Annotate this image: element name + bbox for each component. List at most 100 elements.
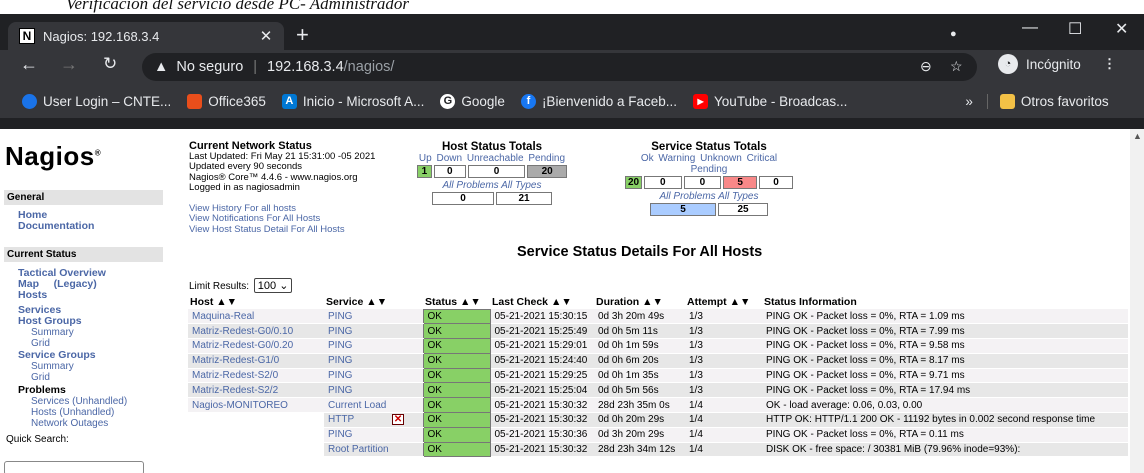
svc-warning-count[interactable]: 0 <box>644 176 682 189</box>
hdr-pending[interactable]: Pending <box>691 164 728 175</box>
nav-problems[interactable]: Problems <box>18 384 66 396</box>
last-check-cell-text: 05-21-2021 15:30:32 <box>494 444 588 456</box>
notifications-link[interactable]: View Notifications For All Hosts <box>189 213 375 225</box>
limit-select[interactable]: 100 ⌄ <box>253 278 293 293</box>
svc-unknown-count[interactable]: 0 <box>683 176 722 189</box>
service-cell-text: PING <box>328 310 353 322</box>
close-window-icon[interactable]: ✕ <box>1115 19 1128 39</box>
sort-arrows-icon[interactable]: ▲▼ <box>642 296 663 308</box>
service-cell[interactable]: PING <box>324 368 423 384</box>
host-cell-text: Matriz-Redest-S2/2 <box>192 384 279 396</box>
host-pending-count[interactable]: 20 <box>527 165 567 178</box>
last-check-cell: 05-21-2021 15:25:04 <box>490 382 594 399</box>
host-cell[interactable]: Maquina-Real <box>188 309 324 325</box>
hdr-down[interactable]: Down <box>437 153 463 164</box>
host-all-types-label[interactable]: All Types <box>501 180 541 191</box>
nav-hosts[interactable]: Hosts <box>18 289 47 301</box>
host-unreachable-count[interactable]: 0 <box>467 165 526 178</box>
svc-all-types-label[interactable]: All Types <box>718 191 758 202</box>
svc-critical-count[interactable]: 5 <box>723 176 758 189</box>
service-cell[interactable]: PING <box>324 353 423 369</box>
hdr-pending[interactable]: Pending <box>528 153 565 164</box>
page-scrollbar[interactable]: ▲ <box>1130 129 1144 473</box>
zoom-icon[interactable]: ⊖ <box>920 58 932 75</box>
bookmark-item[interactable]: User Login – CNTE... <box>22 93 171 109</box>
browser-tab[interactable]: N Nagios: 192.168.3.4 ✕ <box>8 22 284 50</box>
nav-host-groups[interactable]: Host Groups <box>18 315 82 327</box>
profile-dropdown-icon[interactable]: ● <box>950 28 957 40</box>
sort-arrows-icon[interactable]: ▲▼ <box>366 296 387 308</box>
minimize-icon[interactable]: — <box>1022 19 1038 37</box>
nav-documentation[interactable]: Documentation <box>18 220 94 232</box>
host-all-types-count[interactable]: 21 <box>496 192 552 205</box>
bookmark-item[interactable]: Office365 <box>187 93 266 109</box>
new-tab-icon[interactable]: + <box>296 24 309 46</box>
reload-icon[interactable]: ↻ <box>103 54 117 74</box>
sort-arrows-icon[interactable]: ▲▼ <box>460 296 481 308</box>
service-cell[interactable]: PING <box>324 323 423 340</box>
star-icon[interactable]: ☆ <box>950 58 963 75</box>
nav-hostgroup-summary[interactable]: Summary <box>31 327 74 338</box>
forward-icon[interactable]: → <box>60 54 78 75</box>
host-cell[interactable]: Matriz-Redest-S2/2 <box>188 382 324 399</box>
service-cell[interactable]: HTTP ✕ <box>324 412 423 428</box>
nav-service-groups[interactable]: Service Groups <box>18 349 96 361</box>
quick-search-input[interactable] <box>4 461 144 473</box>
host-cell[interactable]: Matriz-Redest-G0/0.10 <box>188 323 324 340</box>
bookmarks-more[interactable]: » <box>965 94 973 109</box>
service-cell[interactable]: Root Partition <box>324 442 423 458</box>
table-row: Matriz-Redest-G1/0 PING OK 05-21-2021 15:24… <box>188 352 1128 369</box>
bookmark-item[interactable]: G Google <box>440 93 505 109</box>
sort-arrows-icon[interactable]: ▲▼ <box>216 296 237 308</box>
close-tab-icon[interactable]: ✕ <box>256 27 276 45</box>
sort-arrows-icon[interactable]: ▲▼ <box>730 296 751 308</box>
hdr-critical[interactable]: Critical <box>747 153 778 164</box>
nav-servicegroup-grid[interactable]: Grid <box>31 372 50 383</box>
notifications-disabled-icon[interactable]: ✕ <box>392 414 405 426</box>
duration-cell-text: 0d 3h 20m 49s <box>598 310 665 322</box>
host-cell[interactable]: Matriz-Redest-G0/0.20 <box>188 338 324 354</box>
hdr-unknown[interactable]: Unknown <box>700 153 742 164</box>
nav-network-outages[interactable]: Network Outages <box>31 418 108 429</box>
bookmark-item[interactable]: ▶ YouTube - Broadcas... <box>693 93 847 109</box>
nav-hosts-unhandled[interactable]: Hosts (Unhandled) <box>31 407 114 418</box>
host-cell[interactable]: Matriz-Redest-G1/0 <box>188 353 324 369</box>
svc-all-problems-label[interactable]: All Problems <box>660 191 716 202</box>
hdr-up[interactable]: Up <box>419 153 432 164</box>
hdr-ok[interactable]: Ok <box>641 153 654 164</box>
svc-problems-count[interactable]: 5 <box>650 203 716 216</box>
bookmark-item[interactable]: A Inicio - Microsoft A... <box>281 93 424 109</box>
host-down-count[interactable]: 0 <box>433 165 466 178</box>
host-cell[interactable]: Matriz-Redest-S2/0 <box>188 368 324 384</box>
incognito-indicator[interactable]: ◔ Incógnito ⋮ <box>998 54 1116 74</box>
svc-ok-count[interactable]: 20 <box>625 176 642 189</box>
host-all-problems-label[interactable]: All Problems <box>443 180 499 191</box>
maximize-icon[interactable]: ☐ <box>1068 19 1082 39</box>
host-up-count[interactable]: 1 <box>417 165 432 178</box>
service-cell[interactable]: PING <box>324 382 423 399</box>
back-icon[interactable]: ← <box>20 54 38 75</box>
nav-hostgroup-grid[interactable]: Grid <box>31 338 50 349</box>
service-cell[interactable]: PING <box>324 338 423 354</box>
host-status-link[interactable]: View Host Status Detail For All Hosts <box>189 224 375 236</box>
hdr-warning[interactable]: Warning <box>658 153 695 164</box>
host-problems-count[interactable]: 0 <box>432 192 494 205</box>
address-bar[interactable]: ▲ No seguro | 192.168.3.4/nagios/ ⊖ ☆ <box>142 53 977 81</box>
service-cell[interactable]: Current Load <box>324 397 423 414</box>
sort-arrows-icon[interactable]: ▲▼ <box>551 296 572 308</box>
service-cell[interactable]: PING <box>324 427 423 443</box>
nav-services-unhandled[interactable]: Services (Unhandled) <box>31 396 127 407</box>
svc-all-types-count[interactable]: 25 <box>718 203 768 216</box>
last-check-cell: 05-21-2021 15:24:40 <box>490 353 594 369</box>
url-path: /nagios/ <box>343 59 395 75</box>
hdr-unreachable[interactable]: Unreachable <box>467 153 524 164</box>
bookmark-item[interactable]: f ¡Bienvenido a Faceb... <box>520 93 677 109</box>
service-cell[interactable]: PING <box>324 309 423 325</box>
host-cell[interactable]: Nagios-MONITOREO <box>188 397 324 414</box>
other-favorites[interactable]: Otros favoritos <box>986 93 1109 109</box>
scroll-up-icon[interactable]: ▲ <box>1133 131 1142 141</box>
nav-servicegroup-summary[interactable]: Summary <box>31 361 74 372</box>
menu-icon[interactable]: ⋮ <box>1103 56 1117 72</box>
security-label[interactable]: No seguro <box>176 59 243 75</box>
svc-pending-count[interactable]: 0 <box>759 176 793 189</box>
